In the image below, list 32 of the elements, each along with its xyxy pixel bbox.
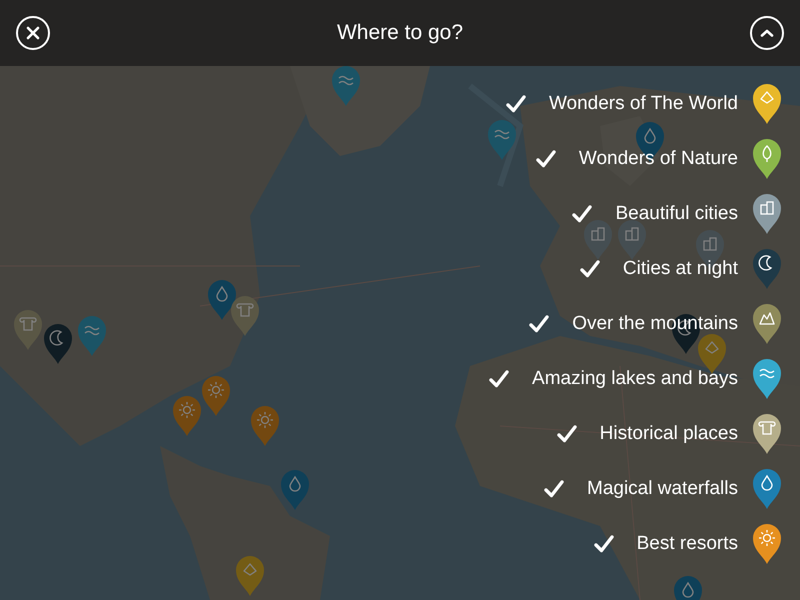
screen-title: Where to go?: [336, 20, 464, 46]
drop-pin-icon[interactable]: [752, 468, 782, 510]
checkmark-icon[interactable]: [594, 535, 614, 553]
checkmark-icon[interactable]: [489, 370, 510, 388]
pyramid-pin-icon[interactable]: [752, 83, 782, 125]
collapse-button[interactable]: [750, 16, 784, 50]
checkmark-icon[interactable]: [556, 425, 577, 443]
close-button[interactable]: [16, 16, 50, 50]
buildings-pin-icon[interactable]: [752, 193, 782, 235]
moon-pin-icon[interactable]: [752, 248, 782, 290]
category-label[interactable]: Best resorts: [636, 530, 738, 558]
mountain-pin-icon[interactable]: [752, 303, 782, 345]
chevron-up-icon: [760, 29, 774, 37]
sun-pin-icon[interactable]: [752, 523, 782, 565]
category-label[interactable]: Wonders of Nature: [578, 144, 738, 174]
category-label[interactable]: Historical places: [600, 420, 738, 448]
column-pin-icon[interactable]: [752, 413, 782, 455]
close-icon: [26, 26, 40, 40]
waves-pin-icon[interactable]: [752, 358, 782, 400]
checkmark-icon[interactable]: [506, 95, 526, 113]
category-label[interactable]: Over the mountains: [572, 310, 738, 338]
checkmark-icon[interactable]: [580, 260, 600, 278]
category-label[interactable]: Amazing lakes and bays: [532, 364, 738, 394]
checkmark-icon[interactable]: [544, 480, 564, 498]
category-label[interactable]: Magical waterfalls: [587, 474, 738, 504]
leaf-pin-icon[interactable]: [752, 138, 782, 180]
checkmark-icon[interactable]: [572, 205, 592, 223]
category-label[interactable]: Wonders of The World: [548, 90, 738, 118]
checkmark-icon[interactable]: [536, 150, 556, 168]
category-label[interactable]: Beautiful cities: [615, 200, 738, 228]
checkmark-icon[interactable]: [529, 315, 550, 333]
category-label[interactable]: Cities at night: [622, 254, 738, 284]
